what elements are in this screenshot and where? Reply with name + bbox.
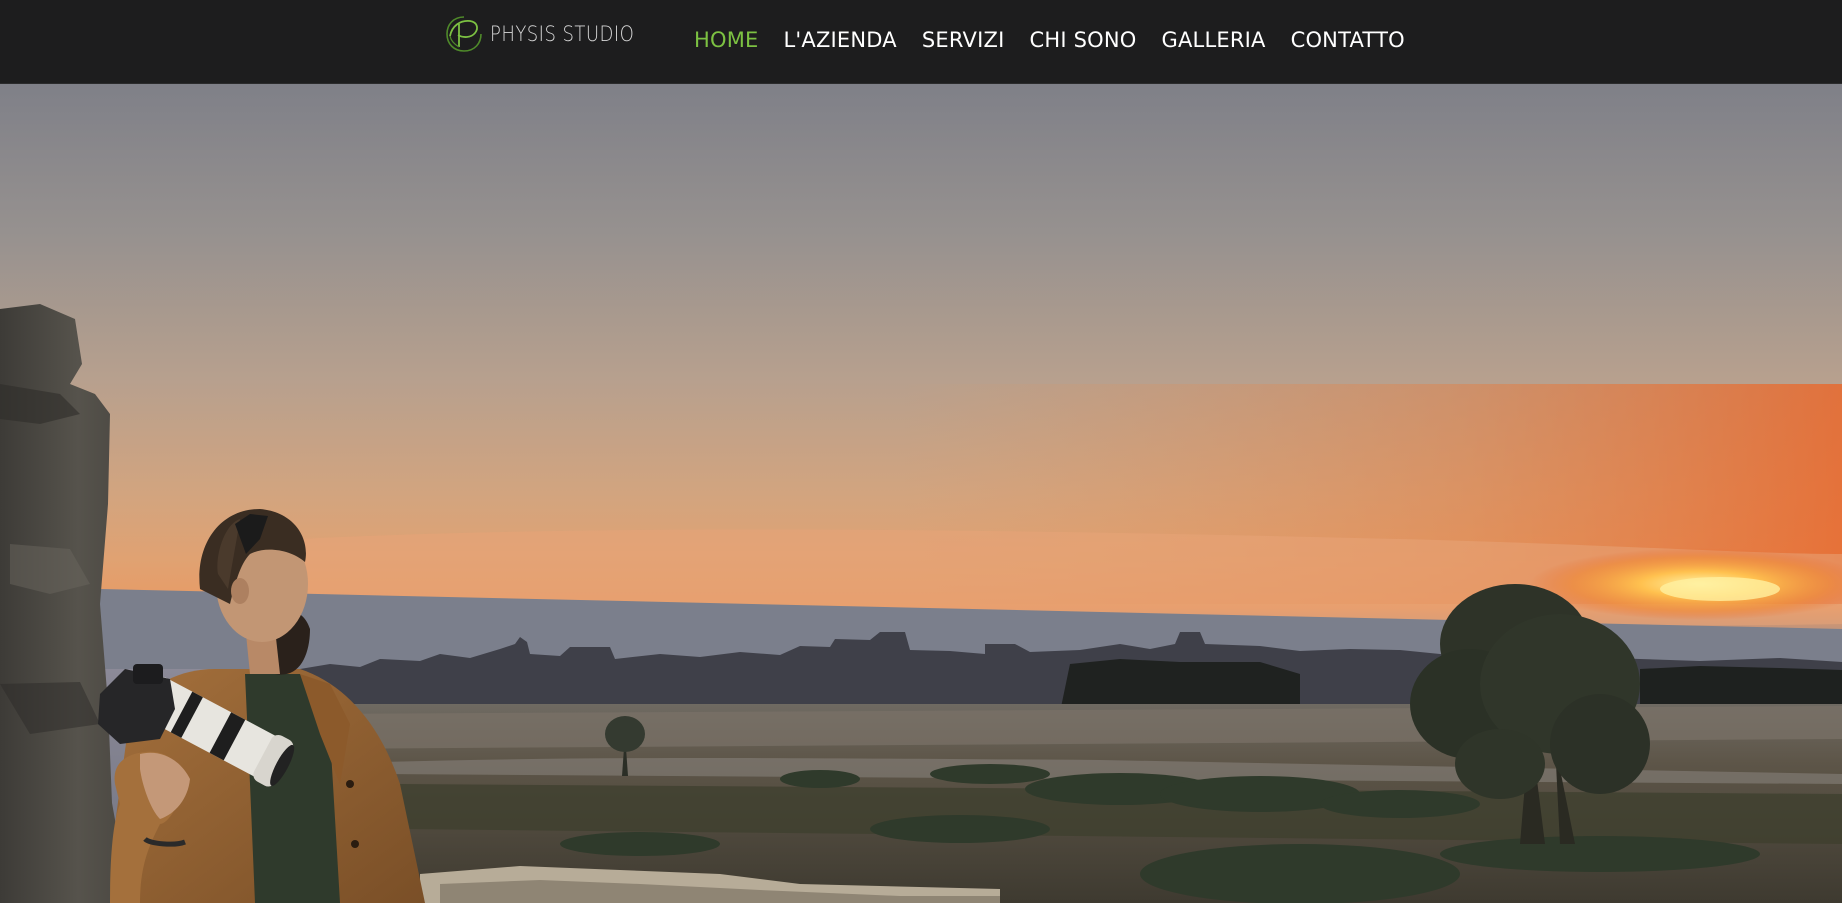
p-leaf-logo-icon xyxy=(446,16,482,52)
site-header: PHYSIS STUDIO HOME L'AZIENDA SERVIZI CHI… xyxy=(0,0,1842,84)
hero-photo xyxy=(0,84,1842,903)
hero-banner xyxy=(0,84,1842,903)
nav-item-galleria[interactable]: GALLERIA xyxy=(1162,24,1266,56)
nav-item-azienda[interactable]: L'AZIENDA xyxy=(784,24,897,56)
site-logo[interactable]: PHYSIS STUDIO xyxy=(444,14,658,54)
nav-item-home[interactable]: HOME xyxy=(694,24,759,56)
brand-name: PHYSIS STUDIO xyxy=(490,22,635,46)
nav-item-contatto[interactable]: CONTATTO xyxy=(1291,24,1405,56)
nav-item-chi-sono[interactable]: CHI SONO xyxy=(1029,24,1136,56)
main-nav: HOME L'AZIENDA SERVIZI CHI SONO GALLERIA… xyxy=(694,24,1430,56)
nav-item-servizi[interactable]: SERVIZI xyxy=(922,24,1005,56)
